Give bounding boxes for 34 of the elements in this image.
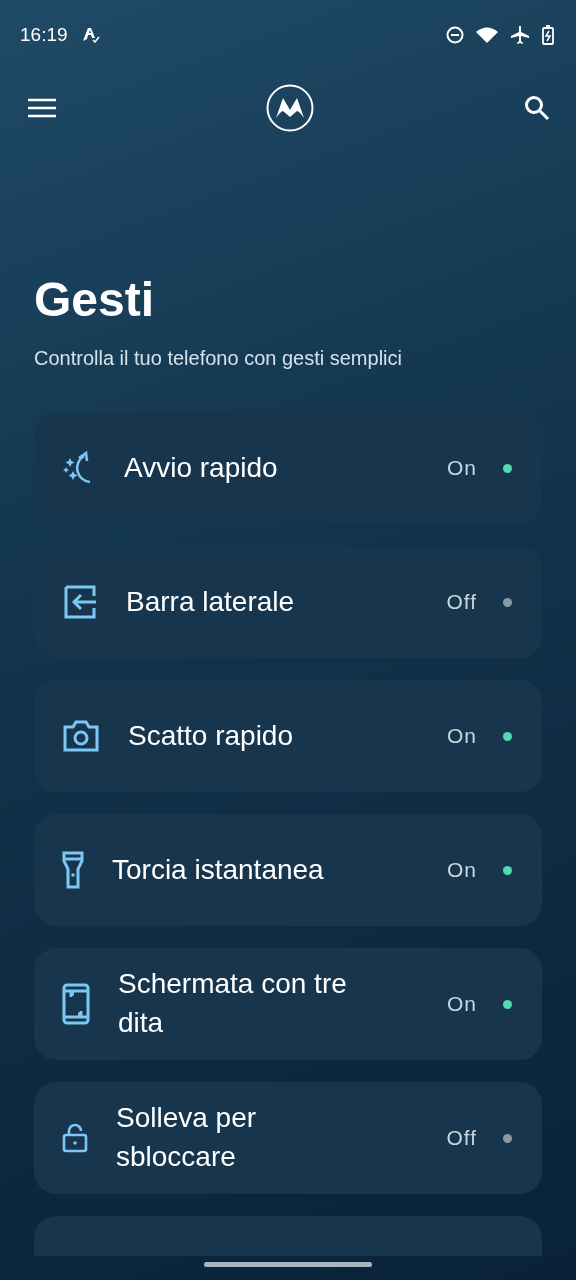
m-logo-icon [266,84,314,132]
do-not-disturb-icon [446,26,464,44]
gesture-label: Schermata con tre dita [118,967,348,1040]
wifi-icon [476,27,498,43]
gesture-status: Off [446,1126,477,1150]
gesture-label: Barra laterale [126,584,295,619]
phone-icon [62,983,90,1025]
camera-icon [62,719,100,753]
gesture-label: Scatto rapido [128,718,293,753]
status-time: 16:19 [20,24,68,46]
page-title: Gesti [34,272,156,327]
airplane-icon [510,25,530,45]
gesture-status: On [447,858,477,882]
gesture-status: On [447,456,477,480]
gesture-status: Off [446,590,477,614]
gesture-card[interactable]: Scatto rapido On [34,680,542,792]
font-check-icon [81,27,100,43]
gesture-card[interactable]: Barra laterale Off [34,546,542,658]
gesture-card[interactable]: Schermata con tre dita On [34,948,542,1060]
flashlight-icon [62,851,84,889]
gesture-label: Solleva per sbloccare [116,1101,258,1174]
gesture-status: On [447,724,477,748]
gesture-card[interactable]: Torcia istantanea On [34,814,542,926]
page-subtitle: Controlla il tuo telefono con gesti semplici [34,347,403,370]
gesture-card[interactable]: Solleva per sbloccare Off [34,1082,542,1194]
exit-arrow-icon [62,584,98,620]
gesture-status: On [447,992,477,1016]
battery-charging-icon [542,25,554,45]
unlocked-padlock-icon [62,1123,88,1153]
gesture-card[interactable]: Avvio rapido On [34,412,542,524]
gesture-label: Torcia istantanea [112,852,324,887]
search-icon [524,95,550,121]
menu-icon [28,98,56,118]
gesture-label: Avvio rapido [124,450,278,485]
